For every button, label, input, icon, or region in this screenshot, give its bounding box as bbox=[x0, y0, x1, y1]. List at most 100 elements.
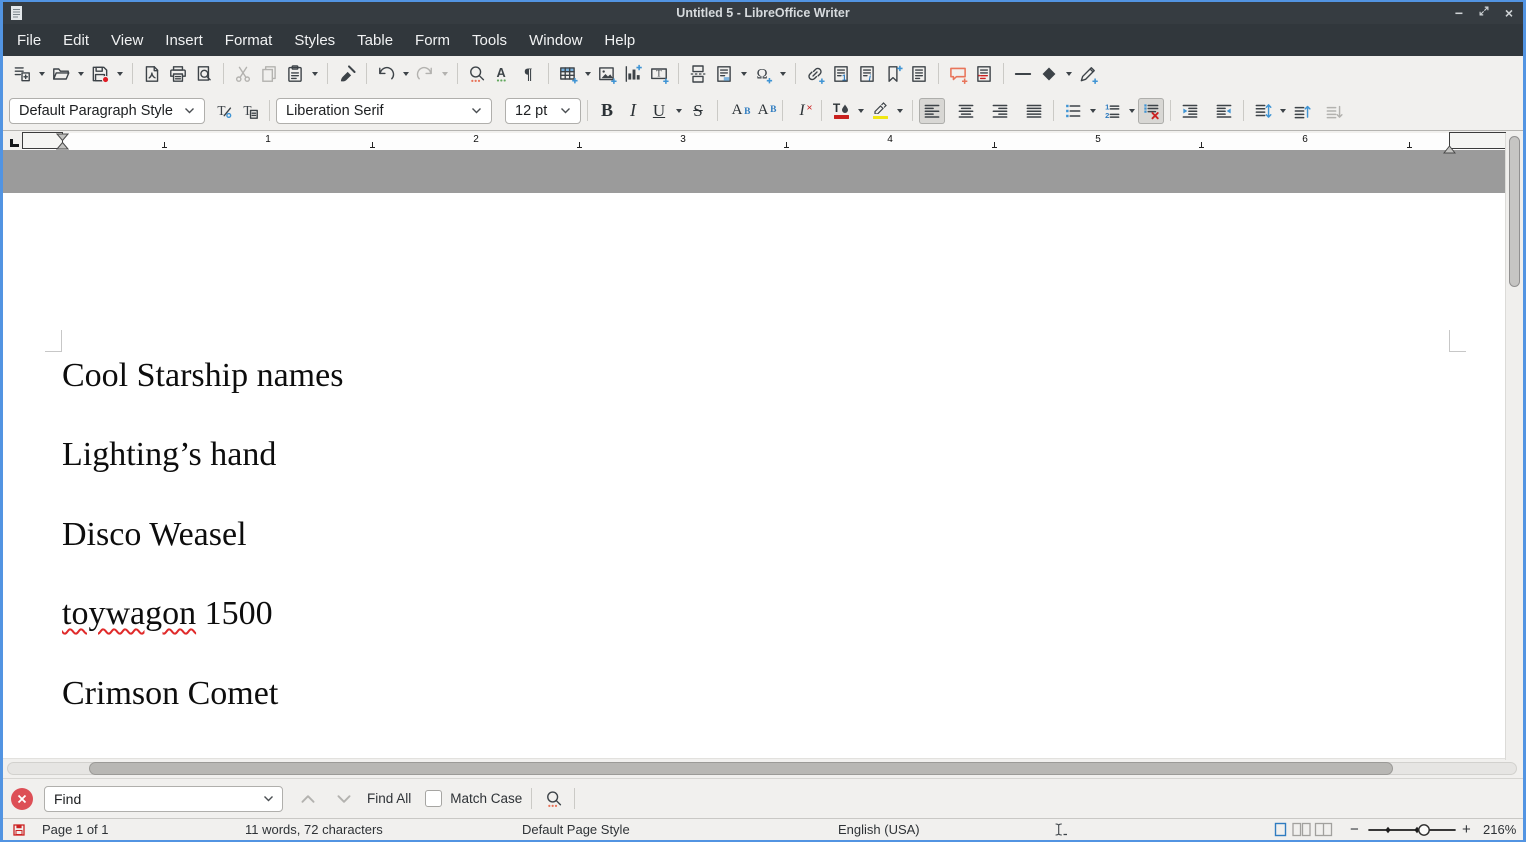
menu-tools[interactable]: Tools bbox=[461, 27, 518, 54]
basic-shapes-button[interactable] bbox=[1036, 61, 1062, 87]
open-dropdown[interactable] bbox=[74, 61, 87, 87]
selection-mode-icon[interactable] bbox=[1052, 819, 1069, 840]
insert-cross-reference-button[interactable] bbox=[906, 61, 932, 87]
highlight-color-button[interactable] bbox=[867, 98, 893, 124]
insert-endnote-button[interactable]: i bbox=[854, 61, 880, 87]
book-view-button[interactable] bbox=[1314, 819, 1333, 840]
insert-field-button[interactable] bbox=[711, 61, 737, 87]
insert-horizontal-line-button[interactable] bbox=[1010, 61, 1036, 87]
zoom-in-button[interactable]: + bbox=[1462, 819, 1471, 840]
multi-page-view-button[interactable] bbox=[1292, 819, 1311, 840]
font-color-dropdown[interactable] bbox=[854, 98, 867, 124]
save-dropdown[interactable] bbox=[113, 61, 126, 87]
ordered-list-button[interactable]: 12 bbox=[1099, 98, 1125, 124]
font-color-button[interactable]: T bbox=[828, 98, 854, 124]
vertical-scrollbar[interactable] bbox=[1505, 133, 1523, 760]
insert-field-dropdown[interactable] bbox=[737, 61, 750, 87]
export-pdf-button[interactable] bbox=[139, 61, 165, 87]
menu-help[interactable]: Help bbox=[593, 27, 646, 54]
menu-styles[interactable]: Styles bbox=[283, 27, 346, 54]
line-spacing-dropdown[interactable] bbox=[1276, 98, 1289, 124]
track-changes-button[interactable] bbox=[971, 61, 997, 87]
paste-button[interactable] bbox=[282, 61, 308, 87]
document-modified-icon[interactable] bbox=[13, 819, 25, 840]
close-button[interactable]: × bbox=[1501, 3, 1517, 23]
font-name-combobox[interactable]: Liberation Serif bbox=[276, 98, 492, 124]
page-count[interactable]: Page 1 of 1 bbox=[42, 819, 109, 840]
spelling-button[interactable]: A bbox=[490, 61, 516, 87]
find-all-button[interactable]: Find All bbox=[367, 791, 411, 806]
print-button[interactable] bbox=[165, 61, 191, 87]
horizontal-scrollbar-thumb[interactable] bbox=[89, 762, 1393, 775]
underline-button[interactable]: U bbox=[646, 98, 672, 124]
match-case-checkbox[interactable] bbox=[425, 790, 442, 807]
paragraph-style-combobox[interactable]: Default Paragraph Style bbox=[9, 98, 205, 124]
undo-button[interactable] bbox=[373, 61, 399, 87]
minimize-button[interactable]: − bbox=[1451, 3, 1467, 23]
indent-marker[interactable] bbox=[56, 133, 69, 155]
vertical-scrollbar-thumb[interactable] bbox=[1509, 136, 1520, 287]
formatting-marks-button[interactable]: ¶ bbox=[516, 61, 542, 87]
menu-table[interactable]: Table bbox=[346, 27, 404, 54]
increase-paragraph-spacing-button[interactable] bbox=[1289, 98, 1315, 124]
bold-button[interactable]: B bbox=[594, 98, 620, 124]
page-style[interactable]: Default Page Style bbox=[522, 819, 630, 840]
menu-edit[interactable]: Edit bbox=[52, 27, 100, 54]
basic-shapes-dropdown[interactable] bbox=[1062, 61, 1075, 87]
print-preview-button[interactable] bbox=[191, 61, 217, 87]
no-list-button[interactable] bbox=[1138, 98, 1164, 124]
update-style-button[interactable]: T bbox=[211, 98, 237, 124]
zoom-level[interactable]: 216% bbox=[1483, 819, 1516, 840]
titlebar[interactable]: Untitled 5 - LibreOffice Writer − × bbox=[3, 2, 1523, 24]
align-right-button[interactable] bbox=[987, 98, 1013, 124]
font-size-combobox[interactable]: 12 pt bbox=[505, 98, 581, 124]
find-replace-button[interactable] bbox=[464, 61, 490, 87]
align-center-button[interactable] bbox=[953, 98, 979, 124]
save-button[interactable] bbox=[87, 61, 113, 87]
menu-format[interactable]: Format bbox=[214, 27, 284, 54]
insert-text-box-button[interactable]: T bbox=[646, 61, 672, 87]
text-language[interactable]: English (USA) bbox=[838, 819, 920, 840]
show-draw-functions-button[interactable] bbox=[1075, 61, 1101, 87]
decrease-indent-button[interactable] bbox=[1211, 98, 1237, 124]
insert-hyperlink-button[interactable] bbox=[802, 61, 828, 87]
line-spacing-button[interactable] bbox=[1250, 98, 1276, 124]
subscript-button[interactable]: AB bbox=[750, 98, 776, 124]
insert-bookmark-button[interactable] bbox=[880, 61, 906, 87]
horizontal-scrollbar[interactable] bbox=[3, 758, 1523, 778]
insert-special-character-dropdown[interactable] bbox=[776, 61, 789, 87]
open-button[interactable] bbox=[48, 61, 74, 87]
insert-footnote-button[interactable]: 1 bbox=[828, 61, 854, 87]
increase-indent-button[interactable] bbox=[1177, 98, 1203, 124]
strikethrough-button[interactable]: S bbox=[685, 98, 711, 124]
menu-window[interactable]: Window bbox=[518, 27, 593, 54]
restore-button[interactable] bbox=[1476, 3, 1492, 23]
document-page[interactable]: Cool Starship names Lighting’s hand Disc… bbox=[3, 193, 1505, 758]
tab-stop-selector-icon[interactable] bbox=[10, 139, 19, 147]
justify-button[interactable] bbox=[1021, 98, 1047, 124]
new-style-button[interactable]: T bbox=[237, 98, 263, 124]
unordered-list-dropdown[interactable] bbox=[1086, 98, 1099, 124]
insert-chart-button[interactable] bbox=[620, 61, 646, 87]
find-and-replace-button[interactable] bbox=[541, 786, 567, 812]
menu-file[interactable]: File bbox=[6, 27, 52, 54]
paste-dropdown[interactable] bbox=[308, 61, 321, 87]
new-document-button[interactable] bbox=[9, 61, 35, 87]
highlight-color-dropdown[interactable] bbox=[893, 98, 906, 124]
insert-comment-button[interactable] bbox=[945, 61, 971, 87]
find-input[interactable] bbox=[44, 786, 283, 812]
single-page-view-button[interactable] bbox=[1274, 819, 1287, 840]
insert-image-button[interactable] bbox=[594, 61, 620, 87]
menu-view[interactable]: View bbox=[100, 27, 154, 54]
close-find-bar-button[interactable] bbox=[11, 788, 33, 810]
word-count[interactable]: 11 words, 72 characters bbox=[245, 819, 383, 840]
insert-page-break-button[interactable] bbox=[685, 61, 711, 87]
align-left-button[interactable] bbox=[919, 98, 945, 124]
zoom-out-button[interactable]: − bbox=[1350, 819, 1359, 840]
insert-table-dropdown[interactable] bbox=[581, 61, 594, 87]
underline-dropdown[interactable] bbox=[672, 98, 685, 124]
insert-table-button[interactable] bbox=[555, 61, 581, 87]
ordered-list-dropdown[interactable] bbox=[1125, 98, 1138, 124]
unordered-list-button[interactable] bbox=[1060, 98, 1086, 124]
menu-form[interactable]: Form bbox=[404, 27, 461, 54]
